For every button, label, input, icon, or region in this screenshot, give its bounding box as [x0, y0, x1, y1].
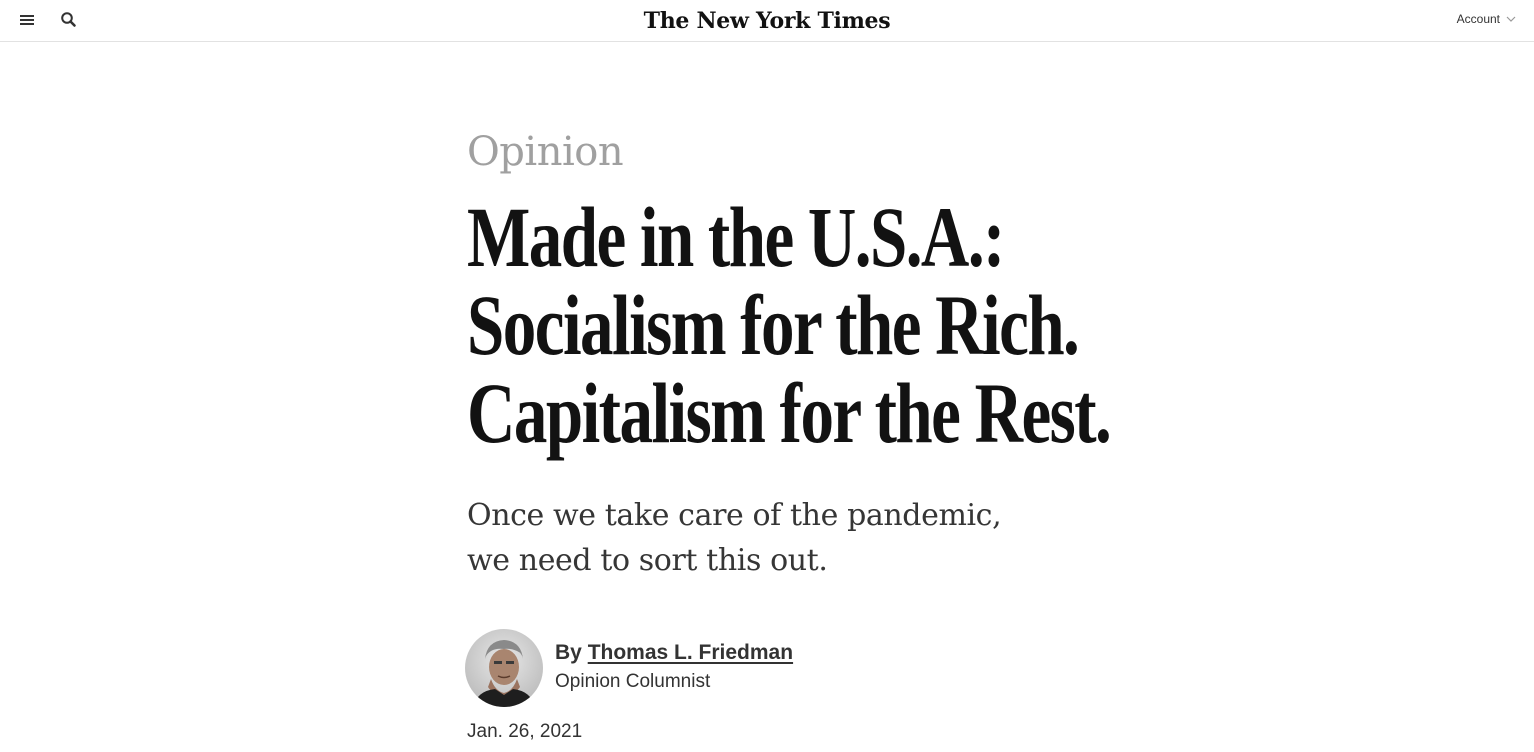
author-role: Opinion Columnist: [555, 671, 711, 692]
author-link[interactable]: Thomas L. Friedman: [588, 641, 793, 664]
account-button[interactable]: Account: [1457, 12, 1516, 26]
top-navigation-bar: The New York Times Account: [0, 0, 1534, 42]
article-headline: Made in the U.S.A.: Socialism for the Ri…: [467, 189, 1112, 461]
byline-text: By Thomas L. Friedman: [555, 639, 793, 667]
section-label[interactable]: Opinion: [467, 125, 1087, 179]
article-header: Opinion Made in the U.S.A.: Socialism fo…: [465, 125, 1112, 743]
nyt-logo[interactable]: The New York Times: [0, 6, 1534, 36]
publish-date: Jan. 26, 2021: [467, 721, 583, 742]
byline-prefix: By: [555, 641, 582, 664]
headline-line: Capitalism for the Rest.: [467, 365, 1112, 461]
account-label: Account: [1456, 12, 1500, 26]
headline-line: Made in the U.S.A.:: [467, 189, 1005, 285]
author-avatar[interactable]: [465, 629, 543, 707]
headline-line: Socialism for the Rich.: [467, 277, 1080, 373]
byline: By Thomas L. Friedman Opinion Columnist: [465, 629, 1087, 707]
article-summary: Once we take care of the pandemic, we ne…: [467, 498, 1002, 578]
chevron-down-icon: [1506, 16, 1516, 22]
